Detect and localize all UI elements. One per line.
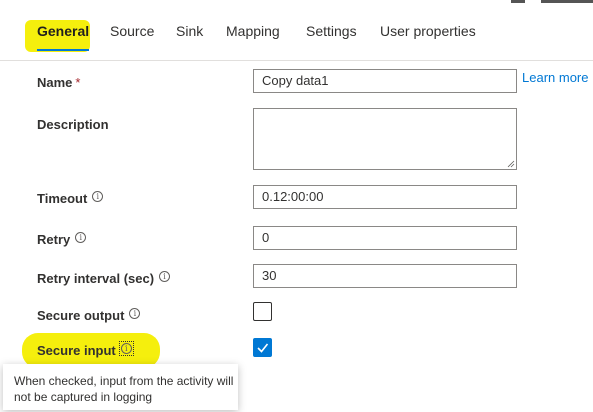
- tab-settings[interactable]: Settings: [306, 23, 357, 39]
- info-icon[interactable]: i: [118, 341, 134, 356]
- info-icon[interactable]: i: [129, 308, 141, 319]
- tab-general[interactable]: General: [37, 23, 90, 51]
- tab-source[interactable]: Source: [110, 23, 154, 39]
- name-input[interactable]: Copy data1: [253, 69, 517, 93]
- timeout-input[interactable]: 0.12:00:00: [253, 185, 517, 209]
- info-icon[interactable]: i: [159, 271, 171, 282]
- tab-user-properties[interactable]: User properties: [380, 23, 476, 39]
- resize-grip-icon[interactable]: [507, 160, 515, 168]
- retry-label-text: Retry: [37, 232, 71, 247]
- tab-mapping[interactable]: Mapping: [226, 23, 280, 39]
- required-marker: *: [75, 75, 81, 90]
- secure-output-checkbox[interactable]: [253, 302, 272, 321]
- description-textarea[interactable]: [253, 108, 517, 170]
- tab-sink[interactable]: Sink: [176, 23, 203, 39]
- tab-strip: General Source Sink Mapping Settings Use…: [0, 0, 593, 61]
- retry-interval-label-text: Retry interval (sec): [37, 271, 155, 286]
- timeout-label-text: Timeout: [37, 191, 88, 206]
- secure-output-label-text: Secure output: [37, 308, 125, 323]
- retry-interval-label: Retry interval (sec) i: [37, 271, 171, 286]
- description-label: Description: [37, 117, 109, 132]
- tooltip-text: When checked, input from the activity wi…: [14, 374, 234, 404]
- learn-more-link[interactable]: Learn more: [522, 70, 588, 85]
- secure-input-label: Secure input i: [37, 341, 134, 358]
- timeout-label: Timeout i: [37, 191, 104, 206]
- secure-input-label-text: Secure input: [37, 343, 116, 358]
- secure-input-checkbox[interactable]: [253, 338, 272, 357]
- name-label-text: Name: [37, 75, 73, 90]
- secure-input-tooltip: When checked, input from the activity wi…: [3, 364, 238, 410]
- info-icon[interactable]: i: [75, 232, 87, 243]
- checkmark-icon: [257, 343, 269, 353]
- secure-output-label: Secure output i: [37, 308, 141, 323]
- retry-interval-input[interactable]: 30: [253, 264, 517, 288]
- retry-input[interactable]: 0: [253, 226, 517, 250]
- name-label: Name *: [37, 75, 80, 90]
- info-icon[interactable]: i: [92, 191, 104, 202]
- retry-label: Retry i: [37, 232, 87, 247]
